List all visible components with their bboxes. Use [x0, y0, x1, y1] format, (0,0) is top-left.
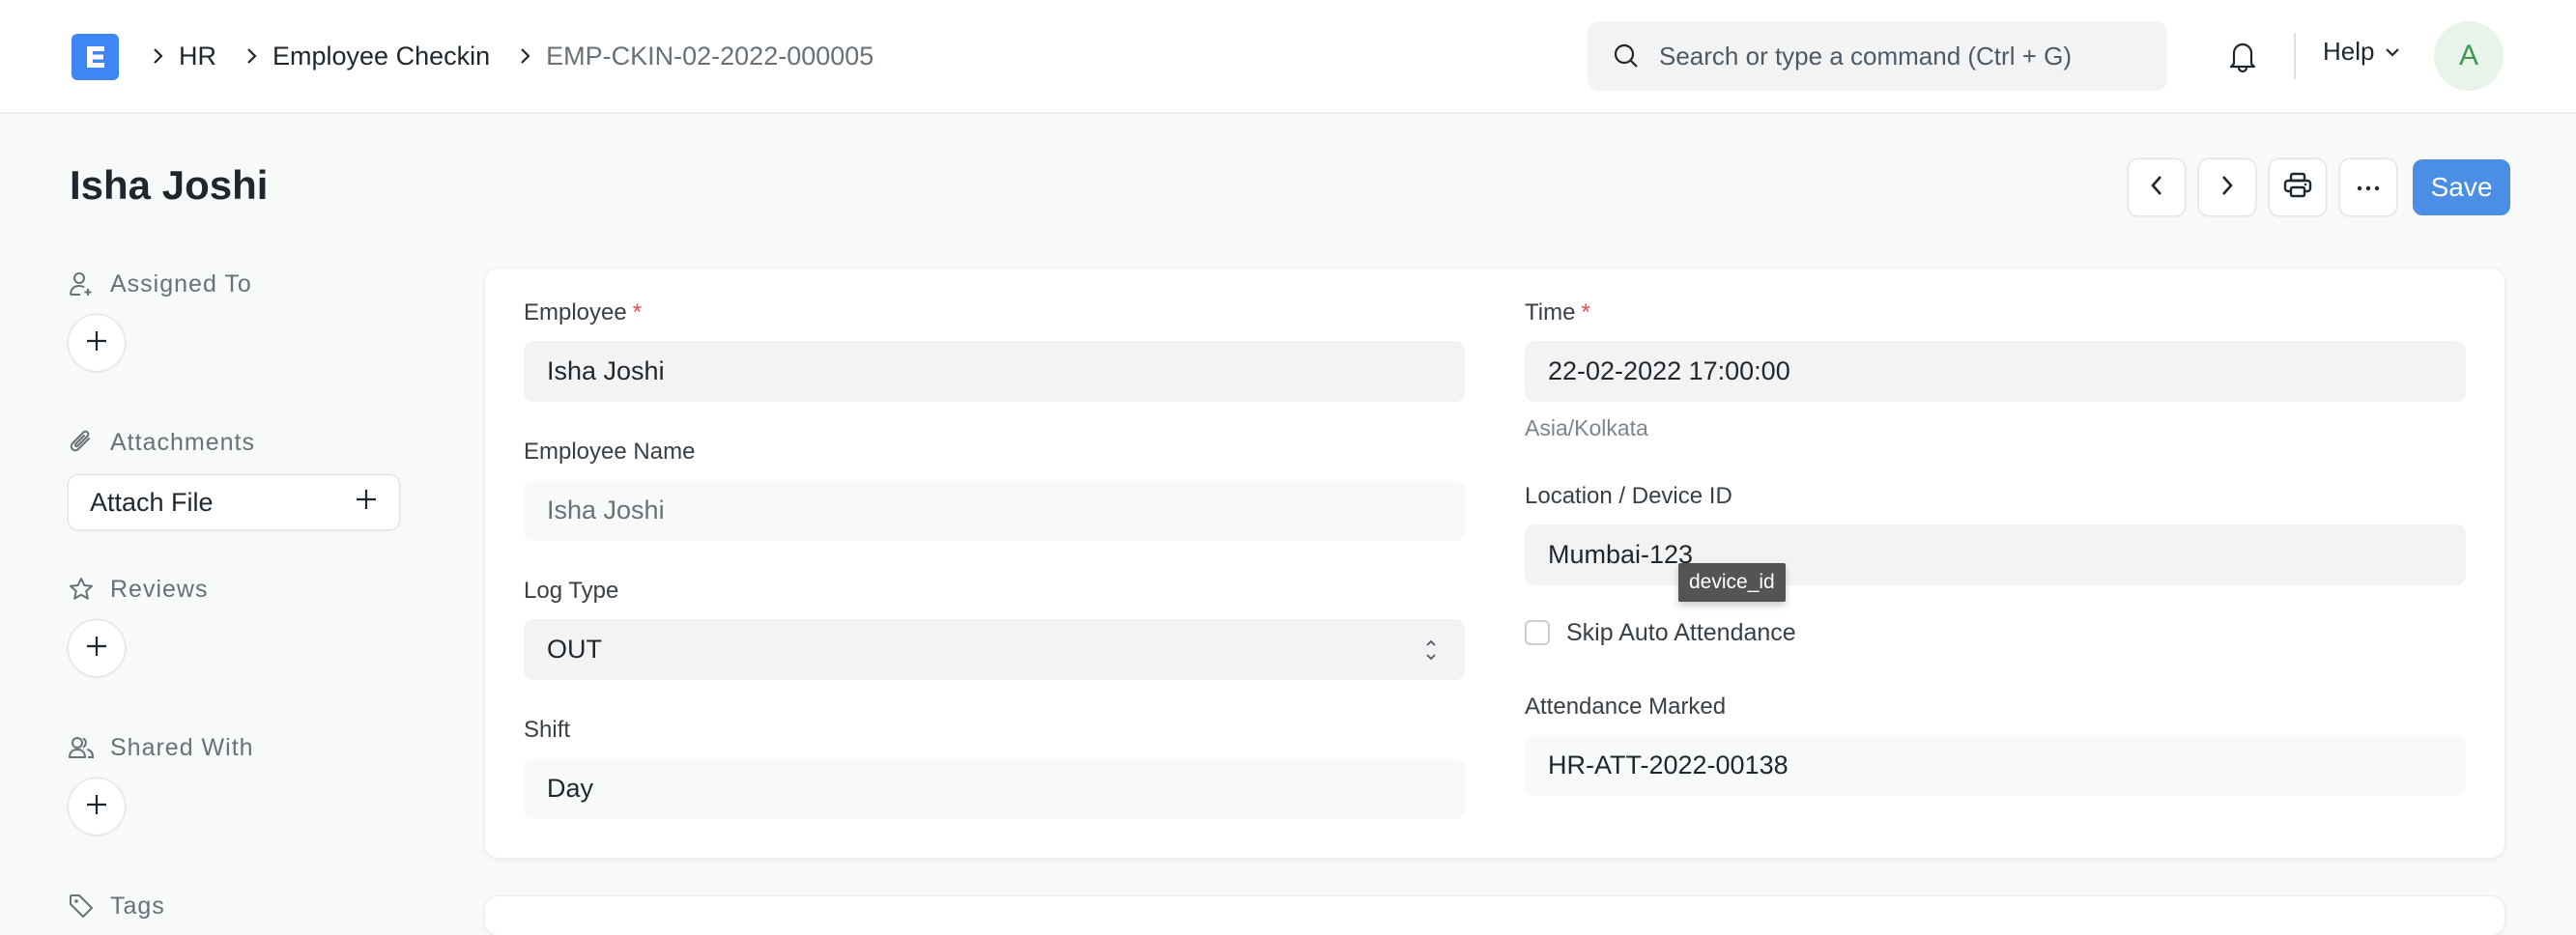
log-type-select[interactable]: OUT	[524, 619, 1465, 680]
attach-file-label: Attach File	[90, 487, 214, 517]
plus-icon	[85, 329, 108, 357]
shared-with-label: Shared With	[68, 730, 406, 765]
search-placeholder: Search or type a command (Ctrl + G)	[1659, 41, 2072, 71]
chevron-down-icon	[2384, 46, 2401, 58]
employee-field[interactable]: Isha Joshi	[524, 341, 1465, 402]
save-button[interactable]: Save	[2413, 159, 2510, 215]
shift-label: Shift	[524, 717, 571, 743]
tag-icon	[68, 892, 99, 920]
shared-with-text: Shared With	[110, 733, 254, 761]
user-avatar[interactable]: A	[2434, 21, 2504, 91]
page-actions: Save	[2129, 159, 2510, 215]
print-button[interactable]	[2270, 159, 2326, 215]
printer-icon	[2283, 172, 2312, 204]
reviews-text: Reviews	[110, 575, 209, 603]
breadcrumb-current-record: EMP-CKIN-02-2022-000005	[546, 41, 874, 71]
breadcrumb-hr[interactable]: HR	[179, 42, 216, 71]
plus-icon	[355, 488, 378, 518]
skip-auto-attendance-label[interactable]: Skip Auto Attendance	[1566, 619, 1796, 647]
user-plus-icon	[68, 270, 99, 298]
plus-icon	[85, 635, 108, 663]
select-arrows-icon	[1424, 637, 1438, 664]
bell-icon[interactable]	[2226, 39, 2259, 80]
attachments-label: Attachments	[68, 425, 406, 460]
employee-label: Employee *	[524, 299, 642, 326]
breadcrumb: HR Employee Checkin EMP-CKIN-02-2022-000…	[140, 37, 891, 75]
navbar: HR Employee Checkin EMP-CKIN-02-2022-000…	[0, 0, 2576, 114]
log-type-value: OUT	[547, 635, 602, 664]
time-label: Time *	[1525, 299, 1590, 326]
page-title: Isha Joshi	[70, 162, 269, 208]
navbar-divider	[2294, 33, 2296, 79]
add-share-button[interactable]	[69, 779, 125, 835]
breadcrumb-employee-checkin[interactable]: Employee Checkin	[272, 42, 490, 71]
search-icon	[1613, 42, 1640, 70]
required-indicator: *	[632, 299, 643, 326]
more-horizontal-icon	[2357, 179, 2380, 196]
required-indicator: *	[1581, 299, 1590, 326]
device-id-field[interactable]: Mumbai-123	[1525, 524, 2466, 585]
employee-name-label: Employee Name	[524, 439, 696, 465]
help-label: Help	[2323, 37, 2375, 66]
attachments-text: Attachments	[110, 428, 255, 456]
chevron-right-icon	[234, 46, 269, 66]
previous-record-button[interactable]	[2129, 159, 2185, 215]
device-id-value: Mumbai-123	[1548, 540, 1694, 569]
search-input[interactable]: Search or type a command (Ctrl + G)	[1588, 21, 2167, 91]
time-label-text: Time	[1525, 299, 1576, 326]
reviews-label: Reviews	[68, 572, 406, 607]
erpnext-logo-icon[interactable]	[72, 34, 119, 80]
time-value: 22-02-2022 17:00:00	[1548, 356, 1790, 385]
next-record-button[interactable]	[2199, 159, 2255, 215]
assigned-to-text: Assigned To	[110, 269, 252, 298]
paperclip-icon	[68, 429, 99, 456]
plus-icon	[85, 793, 108, 821]
employee-name-field: Isha Joshi	[524, 480, 1465, 541]
employee-name-value: Isha Joshi	[547, 496, 665, 524]
employee-label-text: Employee	[524, 299, 627, 326]
attendance-marked-label: Attendance Marked	[1525, 694, 1727, 720]
shift-value: Day	[547, 774, 594, 803]
tags-text: Tags	[110, 892, 165, 920]
users-icon	[68, 734, 99, 761]
chevron-right-icon	[140, 46, 175, 66]
attendance-marked-field[interactable]: HR-ATT-2022-00138	[1525, 735, 2466, 796]
attendance-marked-value: HR-ATT-2022-00138	[1548, 751, 1789, 779]
employee-value: Isha Joshi	[547, 356, 665, 385]
chevron-left-icon	[2149, 173, 2164, 203]
time-field[interactable]: 22-02-2022 17:00:00	[1525, 341, 2466, 402]
add-review-button[interactable]	[69, 620, 125, 676]
field-name-tooltip: device_id	[1678, 563, 1786, 602]
more-actions-button[interactable]	[2340, 159, 2396, 215]
chevron-right-icon	[2219, 173, 2235, 203]
star-icon	[68, 576, 99, 603]
log-type-label: Log Type	[524, 578, 619, 604]
shift-field: Day	[524, 758, 1465, 819]
form-sidebar: Assigned To Attachments Attach File Revi…	[68, 267, 406, 923]
timezone-description: Asia/Kolkata	[1525, 415, 1648, 440]
add-assignment-button[interactable]	[69, 315, 125, 371]
skip-auto-attendance-checkbox[interactable]	[1525, 620, 1550, 645]
help-dropdown[interactable]: Help	[2323, 37, 2401, 67]
chevron-right-icon	[507, 46, 542, 66]
tags-label: Tags	[68, 889, 406, 923]
attach-file-button[interactable]: Attach File	[69, 475, 399, 529]
assigned-to-label: Assigned To	[68, 267, 406, 301]
device-id-label: Location / Device ID	[1525, 483, 1732, 509]
next-section-card	[485, 896, 2504, 935]
